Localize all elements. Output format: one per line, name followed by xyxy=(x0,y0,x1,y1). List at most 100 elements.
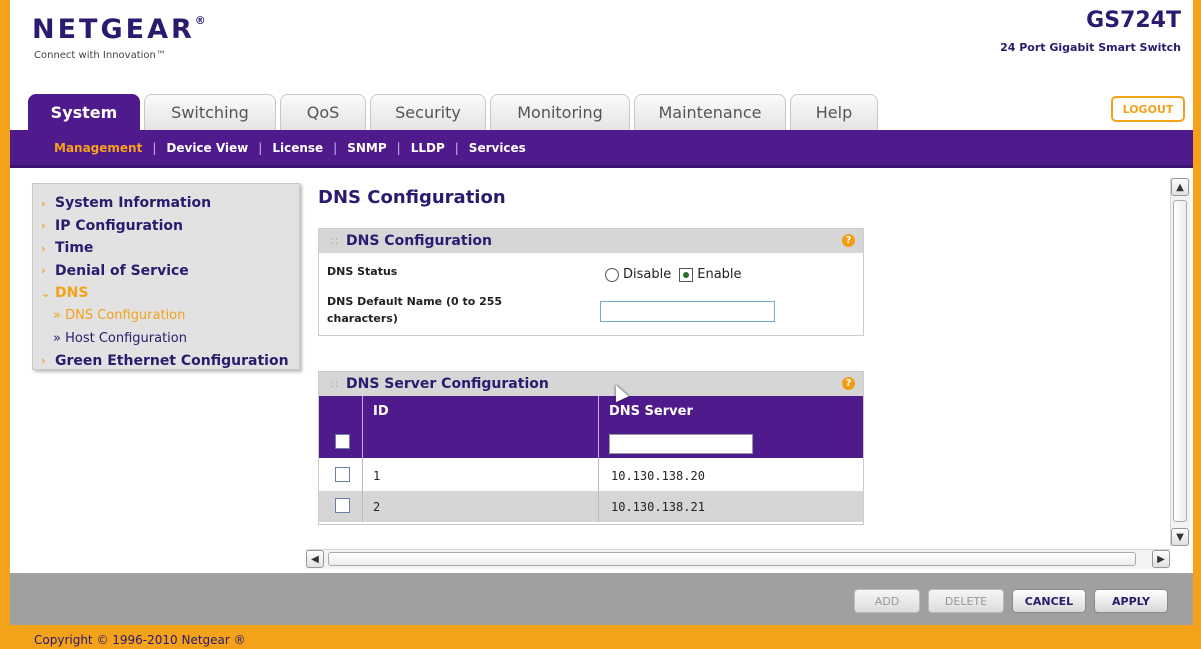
subnav-separator: | xyxy=(258,140,263,155)
sidebar-item-denial-of-service[interactable]: › Denial of Service xyxy=(41,260,299,283)
sidebar-item-label: DNS xyxy=(55,285,89,302)
chevron-right-icon: › xyxy=(41,219,46,233)
sidebar-item-label: Denial of Service xyxy=(55,262,189,279)
tab-monitoring[interactable]: Monitoring xyxy=(490,94,630,130)
help-icon[interactable]: ? xyxy=(842,377,855,390)
row-dns-server: 10.130.138.21 xyxy=(611,500,705,514)
disable-radio[interactable] xyxy=(605,267,619,282)
delete-button[interactable]: DELETE xyxy=(928,589,1004,613)
sidebar: › System Information › IP Configuration › T… xyxy=(32,183,300,370)
subnav-separator: | xyxy=(152,140,157,155)
drag-grip-icon: ∷ xyxy=(331,377,338,391)
column-divider xyxy=(362,396,363,522)
subnav-snmp[interactable]: SNMP xyxy=(347,141,386,155)
model-name: GS724T xyxy=(1086,8,1181,33)
subnav-license[interactable]: License xyxy=(272,141,323,155)
chevron-down-icon: ⌄ xyxy=(41,286,51,300)
logo-registered-mark: ® xyxy=(194,14,209,27)
sidebar-item-label: Time xyxy=(55,240,94,257)
dns-server-panel: ∷ DNS Server Configuration ? ID DNS Serv… xyxy=(318,371,864,525)
horizontal-scrollbar[interactable]: ◀ ▶ xyxy=(306,549,1170,569)
add-button[interactable]: ADD xyxy=(854,589,920,613)
dns-config-panel: ∷ DNS Configuration ? DNS Status Disable… xyxy=(318,228,864,336)
sidebar-item-system-information[interactable]: › System Information xyxy=(41,192,299,215)
dns-server-input[interactable] xyxy=(609,434,753,454)
subnav-separator: | xyxy=(454,140,459,155)
frame-border-right xyxy=(1193,0,1201,649)
dns-default-name-label: DNS Default Name (0 to 255 characters) xyxy=(327,293,502,327)
column-header-dns-server: DNS Server xyxy=(609,404,693,419)
tab-security[interactable]: Security xyxy=(370,94,486,130)
vertical-scrollbar[interactable]: ▲ ▼ xyxy=(1170,178,1190,546)
chevron-right-icon: › xyxy=(41,196,46,210)
page-title: DNS Configuration xyxy=(318,187,506,208)
drag-grip-icon: ∷ xyxy=(331,234,338,248)
logout-button[interactable]: LOGOUT xyxy=(1111,96,1185,122)
subnav-lldp[interactable]: LLDP xyxy=(411,141,445,155)
subnav-services[interactable]: Services xyxy=(469,141,526,155)
row-checkbox[interactable] xyxy=(335,467,350,482)
chevron-right-icon: › xyxy=(41,354,46,368)
tab-qos[interactable]: QoS xyxy=(280,94,366,130)
table-add-row xyxy=(319,426,863,458)
table-row[interactable]: 2 10.130.138.21 xyxy=(319,491,863,522)
apply-button[interactable]: APPLY xyxy=(1094,589,1168,613)
subnav-separator: | xyxy=(333,140,338,155)
app-window: NETGEAR® Connect with Innovation™ GS724T… xyxy=(0,0,1201,649)
row-id: 1 xyxy=(373,469,381,483)
dns-default-name-label-line2: characters) xyxy=(327,312,398,325)
sidebar-subitem-dns-configuration[interactable]: » DNS Configuration xyxy=(41,305,299,328)
panel-header: ∷ DNS Configuration ? xyxy=(319,229,863,253)
header: NETGEAR® Connect with Innovation™ GS724T… xyxy=(10,0,1193,92)
tab-help[interactable]: Help xyxy=(790,94,878,130)
tab-system[interactable]: System xyxy=(28,94,140,130)
subnav-device-view[interactable]: Device View xyxy=(166,141,248,155)
vertical-scroll-thumb[interactable] xyxy=(1173,200,1187,522)
tagline: Connect with Innovation™ xyxy=(34,50,166,61)
sidebar-item-dns[interactable]: ⌄ DNS xyxy=(41,282,299,305)
sidebar-item-green-ethernet[interactable]: › Green Ethernet Configuration xyxy=(41,350,299,373)
sidebar-item-time[interactable]: › Time xyxy=(41,237,299,260)
enable-radio-label: Enable xyxy=(697,267,742,282)
tab-maintenance[interactable]: Maintenance xyxy=(634,94,786,130)
subnav-separator: | xyxy=(396,140,401,155)
netgear-logo: NETGEAR® xyxy=(32,14,209,45)
table-row[interactable]: 1 10.130.138.20 xyxy=(319,460,863,491)
model-subtitle: 24 Port Gigabit Smart Switch xyxy=(1000,41,1181,54)
sidebar-item-label: Green Ethernet Configuration xyxy=(55,352,289,369)
logo-text: NETGEAR xyxy=(32,14,195,45)
table-header: ID DNS Server xyxy=(319,396,863,426)
cancel-button[interactable]: CANCEL xyxy=(1012,589,1086,613)
subnav-management[interactable]: Management xyxy=(54,141,142,155)
scroll-up-button[interactable]: ▲ xyxy=(1171,178,1189,196)
action-bar: ADD DELETE CANCEL APPLY xyxy=(10,573,1193,625)
scroll-left-button[interactable]: ◀ xyxy=(306,550,324,568)
sidebar-item-ip-configuration[interactable]: › IP Configuration xyxy=(41,215,299,238)
panel-title: DNS Server Configuration xyxy=(346,376,549,392)
scroll-right-button[interactable]: ▶ xyxy=(1152,550,1170,568)
row-id: 2 xyxy=(373,500,381,514)
help-icon[interactable]: ? xyxy=(842,234,855,247)
horizontal-scroll-thumb[interactable] xyxy=(328,552,1136,566)
panel-header: ∷ DNS Server Configuration ? xyxy=(319,372,863,396)
column-divider xyxy=(598,396,599,522)
disable-radio-label: Disable xyxy=(623,267,672,282)
row-dns-server: 10.130.138.20 xyxy=(611,469,705,483)
sidebar-item-label: System Information xyxy=(55,195,212,212)
tab-switching[interactable]: Switching xyxy=(144,94,276,130)
row-checkbox[interactable] xyxy=(335,498,350,513)
select-all-checkbox[interactable] xyxy=(335,434,350,449)
sidebar-subitem-host-configuration[interactable]: » Host Configuration xyxy=(41,327,299,350)
dns-status-radio-group: Disable Enable xyxy=(605,267,742,282)
sidebar-item-label: IP Configuration xyxy=(55,217,183,234)
column-header-id: ID xyxy=(373,404,389,419)
frame-border-left xyxy=(0,0,10,649)
main-tabs: System Switching QoS Security Monitoring… xyxy=(28,94,878,130)
enable-radio[interactable] xyxy=(679,267,694,282)
chevron-right-icon: › xyxy=(41,241,46,255)
scroll-down-button[interactable]: ▼ xyxy=(1171,528,1189,546)
dns-default-name-label-line1: DNS Default Name (0 to 255 xyxy=(327,295,503,308)
dns-default-name-input[interactable] xyxy=(600,301,775,322)
panel-title: DNS Configuration xyxy=(346,233,492,249)
chevron-right-icon: › xyxy=(41,264,46,278)
